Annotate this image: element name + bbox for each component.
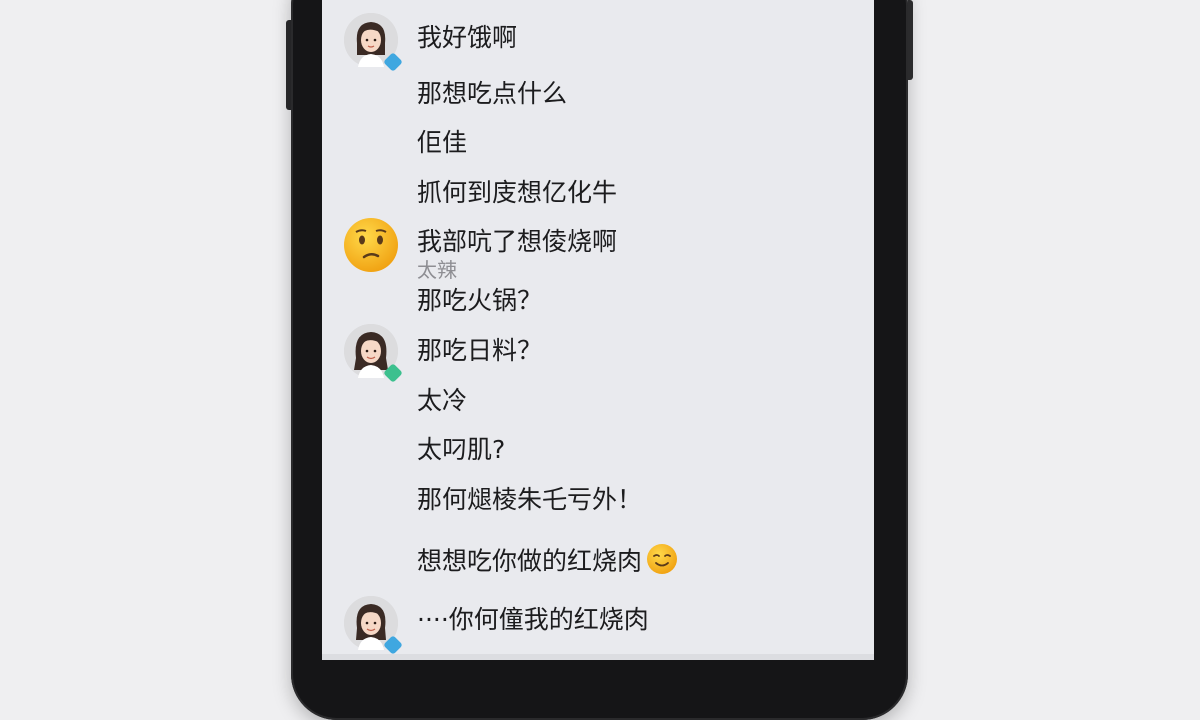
emoji-avatar[interactable] xyxy=(342,216,400,274)
message-text: 那何煺棱朱乇亏外！ xyxy=(417,485,643,514)
message-subtext: 太辣 xyxy=(417,258,457,282)
message-text: 想想吃你做的红烧肉 xyxy=(417,546,643,576)
avatar[interactable] xyxy=(344,13,403,72)
chat-screen[interactable]: 我好饿啊 那想吃点什么 佢佳 抓何到庋想亿化牛 我部吭了想倰烧啊 太辣 那吃火锅… xyxy=(322,0,874,660)
input-area-edge xyxy=(322,654,874,660)
message-text: 我好饿啊 xyxy=(417,23,518,52)
avatar[interactable] xyxy=(344,324,403,383)
message-text: 佢佳 xyxy=(417,128,468,157)
message-text: 我部吭了想倰烧啊 xyxy=(417,227,618,256)
avatar[interactable] xyxy=(344,596,403,655)
smiling-face-emoji-icon xyxy=(646,543,678,582)
message-text: 那想吃点什么 xyxy=(417,79,568,108)
message-text: 太冷 xyxy=(417,386,468,415)
message-row: 想想吃你做的红烧肉 xyxy=(417,543,678,582)
message-text: 抓何到庋想亿化牛 xyxy=(417,178,618,207)
message-text: 那吃火锅？ xyxy=(417,286,543,315)
message-text: 那吃日料？ xyxy=(417,336,543,365)
message-text: 太叼肌? xyxy=(417,435,506,464)
confused-face-emoji-icon xyxy=(344,218,398,272)
message-text: ····你何僮我的红烧肉 xyxy=(417,605,649,634)
phone-power-button xyxy=(908,0,913,80)
